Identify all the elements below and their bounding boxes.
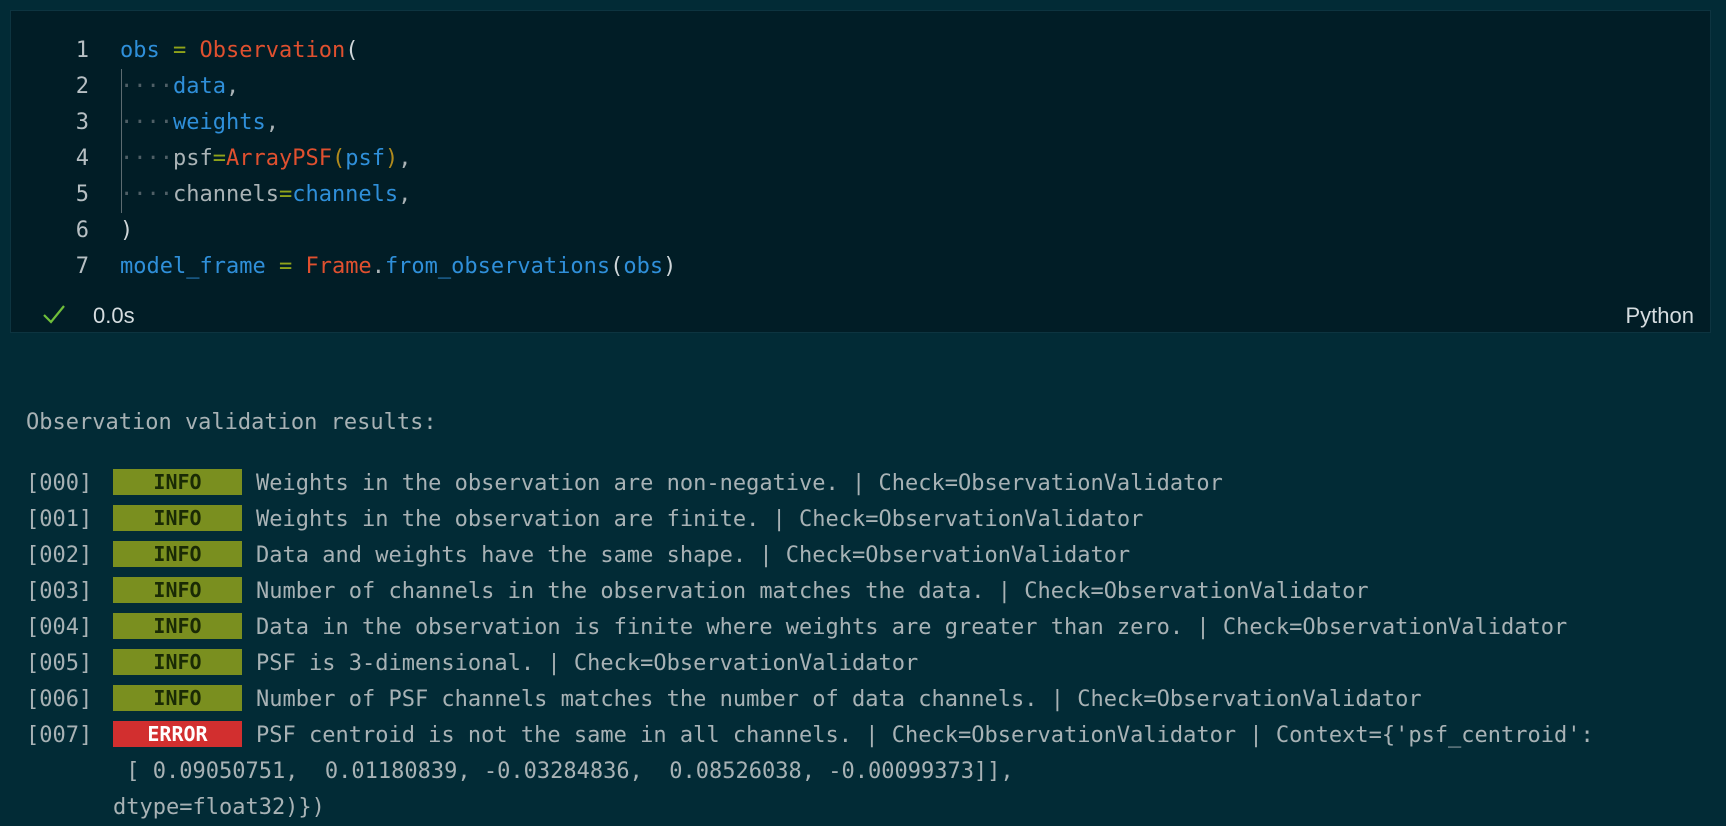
- code-token: .: [371, 254, 385, 279]
- entry-index: [000]: [26, 471, 93, 496]
- code-token: ): [384, 146, 399, 171]
- line-number: 6: [75, 218, 89, 243]
- code-token: from_observations: [384, 254, 611, 279]
- info-badge: INFO: [113, 613, 242, 639]
- entry-message: Weights in the observation are non-negat…: [256, 471, 1223, 496]
- code-token: =: [159, 38, 200, 63]
- entry-continuation: dtype=float32)}): [113, 795, 325, 820]
- entry-message: Number of channels in the observation ma…: [256, 579, 1369, 604]
- code-line[interactable]: 5 ····channels=channels,: [11, 177, 1710, 213]
- entry-message: PSF is 3-dimensional. | Check=Observatio…: [256, 651, 919, 676]
- code-token: psf: [172, 146, 213, 171]
- entry-index: [003]: [26, 579, 93, 604]
- code-token: =: [212, 146, 226, 171]
- code-token: ,: [225, 74, 240, 99]
- execution-time: 0.0s: [93, 303, 135, 328]
- entry-index: [004]: [26, 615, 93, 640]
- info-badge: INFO: [113, 541, 242, 567]
- code-token: ArrayPSF: [225, 146, 332, 171]
- code-token: (: [610, 254, 624, 279]
- validation-entry: [000] INFO Weights in the observation are …: [26, 466, 1594, 502]
- code-token: obs: [120, 38, 160, 63]
- code-text: obs = Observation(: [120, 33, 358, 69]
- info-badge: INFO: [113, 685, 242, 711]
- code-line[interactable]: 7 model_frame = Frame.from_observations(o…: [11, 249, 1710, 285]
- code-token: ,: [265, 110, 279, 135]
- code-text: ····psf=ArrayPSF(psf),: [120, 141, 411, 177]
- code-token: =: [265, 254, 306, 279]
- whitespace-dots: ····: [120, 146, 173, 171]
- validation-entry: [005] INFO PSF is 3-dimensional. | Check=O…: [26, 646, 1594, 682]
- entry-message: PSF centroid is not the same in all chan…: [256, 723, 1594, 748]
- info-badge: INFO: [113, 469, 242, 495]
- code-token: ,: [398, 182, 412, 207]
- language-label[interactable]: Python: [1626, 303, 1695, 329]
- code-line[interactable]: 1 obs = Observation(: [11, 33, 1710, 69]
- validation-entry: [006] INFO Number of PSF channels matches …: [26, 682, 1594, 718]
- code-line[interactable]: 4 ····psf=ArrayPSF(psf),: [11, 141, 1710, 177]
- entry-index: [006]: [26, 687, 93, 712]
- info-badge: INFO: [113, 577, 242, 603]
- cell-output: Observation validation results: [000] INF…: [26, 355, 1594, 826]
- whitespace-dots: ····: [120, 110, 173, 135]
- whitespace-dots: ····: [120, 182, 173, 207]
- line-number: 5: [75, 182, 89, 207]
- entry-index: [005]: [26, 651, 93, 676]
- line-number: 4: [75, 146, 89, 171]
- info-badge: INFO: [113, 649, 242, 675]
- code-line[interactable]: 6): [11, 213, 1710, 249]
- code-text: ····channels=channels,: [120, 177, 411, 213]
- code-cell[interactable]: 1 obs = Observation(2 ····data, 3 ····weight…: [10, 10, 1711, 333]
- code-token: channels: [172, 182, 279, 207]
- entry-message: Data and weights have the same shape. | …: [256, 543, 1131, 568]
- entry-message: Weights in the observation are finite. |…: [256, 507, 1144, 532]
- code-editor[interactable]: 1 obs = Observation(2 ····data, 3 ····weight…: [11, 33, 1710, 285]
- entry-message: Data in the observation is finite where …: [256, 615, 1568, 640]
- code-token: ): [120, 218, 134, 243]
- validation-entry: [002] INFO Data and weights have the same …: [26, 538, 1594, 574]
- code-text: ····data,: [120, 69, 239, 105]
- checkmark-icon: [43, 305, 65, 324]
- code-token: ,: [398, 146, 412, 171]
- code-text: model_frame = Frame.from_observations(ob…: [120, 249, 676, 285]
- code-token: channels: [292, 182, 399, 207]
- validation-entry: [003] INFO Number of channels in the obser…: [26, 574, 1594, 610]
- code-text: ): [120, 213, 133, 249]
- entry-index: [007]: [26, 723, 93, 748]
- code-token: (: [331, 146, 346, 171]
- validation-entry: [001] INFO Weights in the observation are …: [26, 502, 1594, 538]
- code-token: obs: [623, 254, 664, 279]
- entry-index: [002]: [26, 543, 93, 568]
- entry-continuation: [ 0.09050751, 0.01180839, -0.03284836, 0…: [113, 759, 1014, 784]
- code-token: weights: [172, 110, 266, 135]
- code-line[interactable]: 3 ····weights,: [11, 105, 1710, 141]
- code-token: (: [345, 38, 359, 63]
- code-token: =: [278, 182, 293, 207]
- code-token: Frame: [305, 254, 372, 279]
- line-number: 1: [75, 38, 89, 63]
- validation-entry: [004] INFO Data in the observation is fini…: [26, 610, 1594, 646]
- code-token: ): [663, 254, 677, 279]
- cell-status-bar: 0.0s Python: [11, 303, 1710, 331]
- entry-index: [001]: [26, 507, 93, 532]
- code-token: model_frame: [120, 254, 266, 279]
- line-number: 2: [75, 74, 89, 99]
- code-line[interactable]: 2 ····data,: [11, 69, 1710, 105]
- code-text: ····weights,: [120, 105, 279, 141]
- validation-entry: [007] ERROR PSF centroid is not the same i…: [26, 718, 1594, 754]
- error-badge: ERROR: [113, 721, 242, 747]
- code-token: data: [172, 74, 226, 99]
- info-badge: INFO: [113, 505, 242, 531]
- code-token: Observation: [199, 38, 346, 63]
- whitespace-dots: ····: [120, 74, 173, 99]
- line-number: 7: [75, 254, 89, 279]
- line-number: 3: [75, 110, 89, 135]
- output-header: Observation validation results:: [26, 410, 437, 435]
- code-token: psf: [345, 146, 385, 171]
- entry-message: Number of PSF channels matches the numbe…: [256, 687, 1422, 712]
